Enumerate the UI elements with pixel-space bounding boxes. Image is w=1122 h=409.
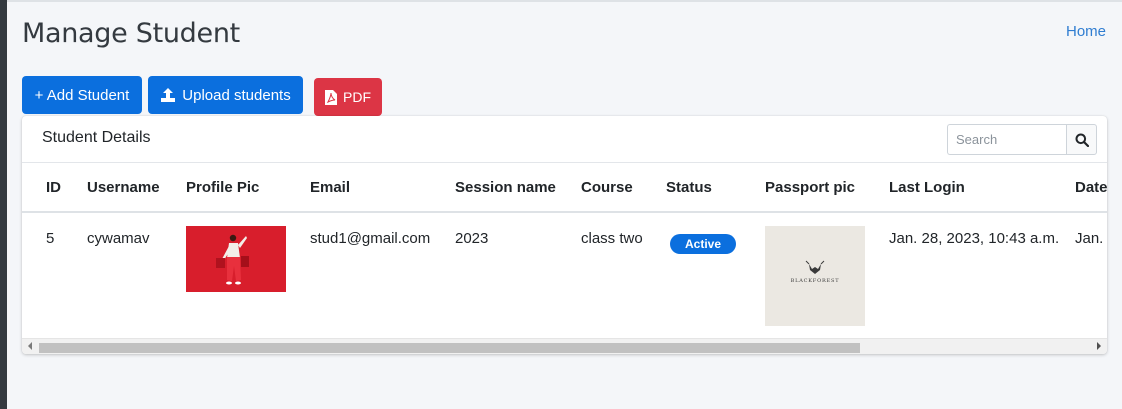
column-header-email: Email [310,163,455,213]
cell-date: Jan. 2 [1075,230,1107,247]
table-container: ID Username Profile Pic Email Session na… [22,163,1107,338]
cell-email: stud1@gmail.com [310,230,431,247]
column-header-status: Status [666,163,765,213]
profile-picture [186,226,286,292]
pdf-label: PDF [343,89,371,105]
upload-students-button[interactable]: Upload students [148,76,303,114]
table-header-row: ID Username Profile Pic Email Session na… [22,163,1107,213]
upload-icon [160,87,176,103]
search-button[interactable] [1066,124,1097,155]
column-header-id: ID [22,163,87,213]
cell-username: cywamav [87,230,150,247]
cell-last-login: Jan. 28, 2023, 10:43 a.m. [889,230,1060,247]
status-badge: Active [670,234,737,254]
cell-session: 2023 [455,230,489,247]
passport-logo-text: BLACKFOREST [790,278,840,284]
table-row: 5 cywamav stud1@gmail.com 2023 class two… [22,212,1107,338]
column-header-session-name: Session name [455,163,581,213]
cell-status: Active [666,212,765,338]
student-details-card: Student Details ID Username Profile Pic [22,116,1107,354]
horizontal-scrollbar[interactable] [22,338,1107,354]
card-title: Student Details [42,129,151,146]
page-title: Manage Student [22,18,240,49]
card-header: Student Details [22,116,1107,163]
column-header-passport-pic: Passport pic [765,163,889,213]
scroll-left-icon[interactable] [28,342,32,350]
cell-passport-pic: BLACKFOREST [765,212,889,338]
column-header-last-login: Last Login [889,163,1075,213]
search-input[interactable] [947,124,1066,155]
add-student-button[interactable]: + Add Student [22,76,142,114]
students-table: ID Username Profile Pic Email Session na… [22,163,1107,338]
cell-profile-pic [186,212,310,338]
column-header-username: Username [87,163,186,213]
home-link[interactable]: Home [1066,23,1106,40]
column-header-profile-pic: Profile Pic [186,163,310,213]
scrollbar-thumb[interactable] [39,343,860,353]
column-header-course: Course [581,163,666,213]
column-header-date: Date [1075,163,1107,213]
sidebar-edge [0,0,7,409]
pdf-export-button[interactable]: PDF [314,78,382,116]
upload-students-label: Upload students [182,86,291,104]
passport-picture: BLACKFOREST [765,226,865,326]
scroll-right-icon[interactable] [1097,342,1101,350]
search-group [947,124,1097,155]
cell-course: class two [581,230,643,247]
add-student-label: + Add Student [34,86,130,104]
pdf-file-icon [325,89,337,105]
top-border [7,0,1122,2]
cell-id: 5 [46,230,55,247]
search-icon [1075,133,1089,147]
